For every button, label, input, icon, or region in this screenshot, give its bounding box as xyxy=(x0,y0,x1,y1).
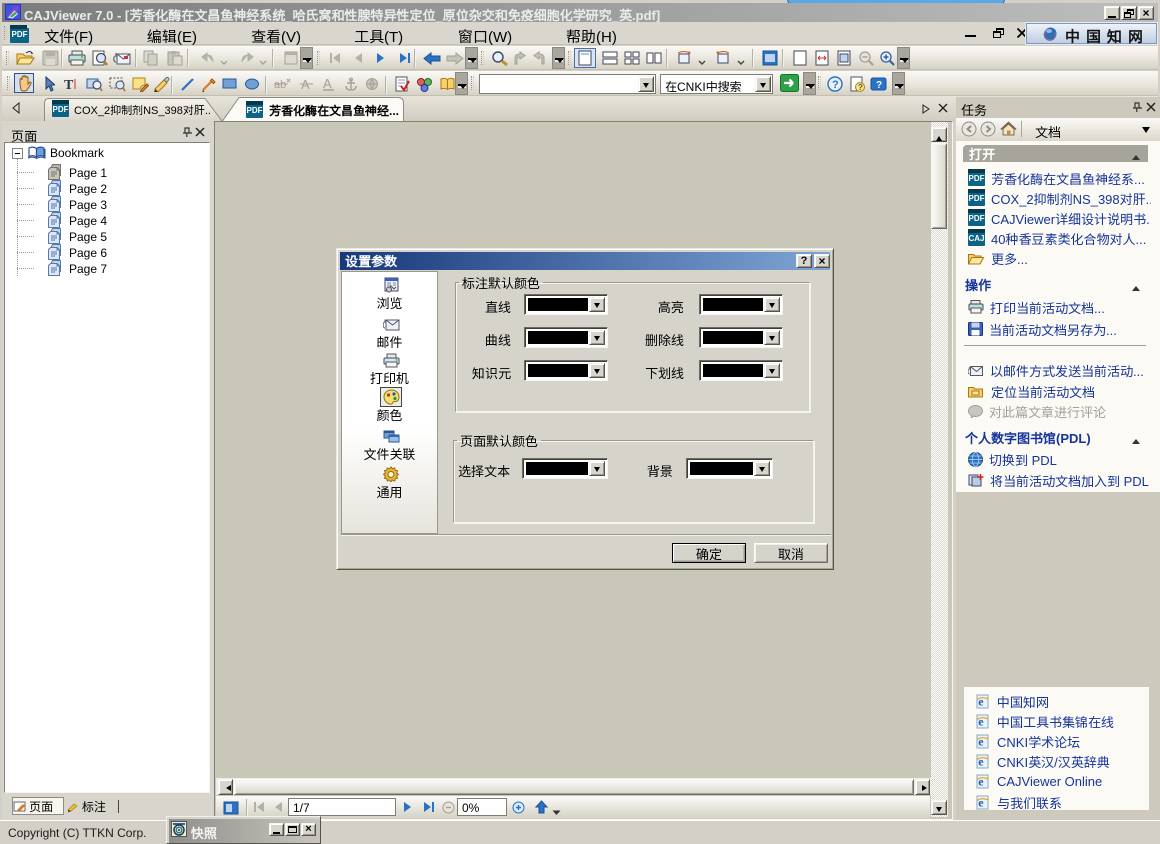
svg-text:e: e xyxy=(978,795,984,809)
svg-text:A: A xyxy=(323,77,332,91)
svg-text:ab: ab xyxy=(274,79,286,91)
svg-text:e: e xyxy=(978,714,984,728)
svg-text:e: e xyxy=(978,734,984,748)
svg-text:e: e xyxy=(978,775,984,789)
svg-text:?: ? xyxy=(858,83,863,92)
svg-text:T: T xyxy=(64,78,74,92)
svg-text:e: e xyxy=(978,694,984,708)
svg-text:?: ? xyxy=(832,79,839,91)
svg-text:e: e xyxy=(978,755,984,769)
svg-text:?: ? xyxy=(876,80,882,91)
